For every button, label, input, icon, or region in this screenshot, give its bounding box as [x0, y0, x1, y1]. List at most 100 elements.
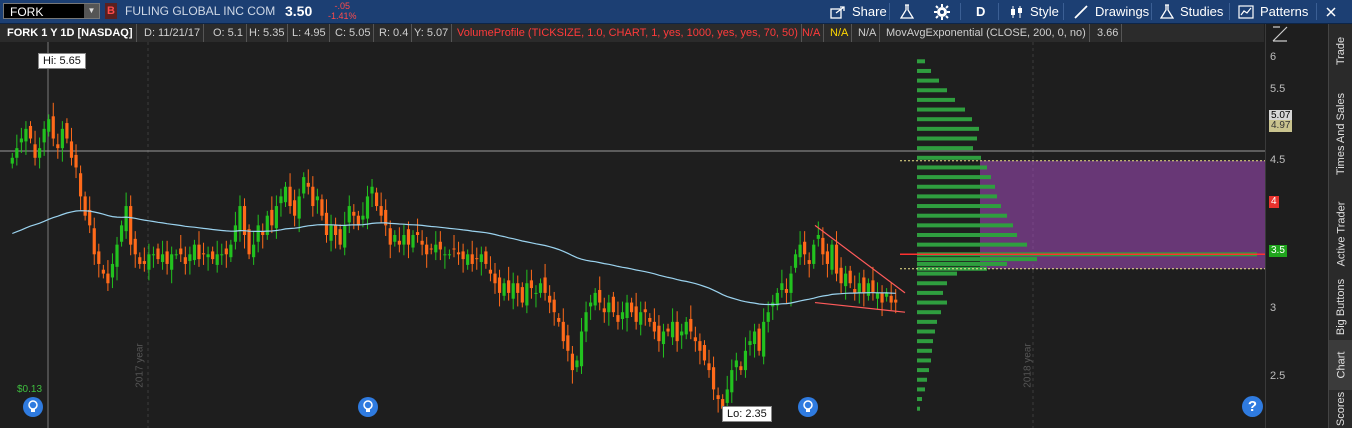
tab-trade[interactable]: Trade: [1329, 30, 1352, 72]
candle-body: [379, 206, 383, 216]
candle-body: [197, 244, 201, 260]
candle-body: [475, 258, 479, 260]
candle-body: [684, 321, 688, 335]
candle-body: [10, 157, 14, 164]
candle-body: [33, 144, 37, 158]
help-icon[interactable]: ?: [1242, 396, 1263, 417]
current-price-label: 3.5: [1269, 245, 1287, 257]
candle-body: [315, 196, 319, 201]
candle-body: [438, 241, 442, 250]
close-button[interactable]: [1326, 0, 1342, 23]
lightbulb-icon[interactable]: [358, 397, 378, 417]
study-ema[interactable]: MovAvgExponential (CLOSE, 200, 0, no): [883, 24, 1090, 42]
year-2017-label: 2017 year: [134, 343, 146, 388]
candle-body: [83, 196, 87, 216]
tab-times-and-sales[interactable]: Times And Sales: [1329, 78, 1352, 190]
price-chart[interactable]: [0, 42, 1265, 428]
candle-body: [570, 353, 574, 371]
volume-profile-bar: [917, 68, 931, 73]
candle-body: [279, 196, 283, 204]
candle-body: [602, 308, 606, 313]
candle-body: [224, 248, 228, 255]
study-na-3: N/A: [855, 24, 881, 42]
candle-body: [97, 251, 101, 264]
candle-body: [807, 260, 811, 264]
candle-body: [411, 235, 415, 248]
candle-body: [730, 370, 734, 393]
lightbulb-icon[interactable]: [23, 397, 43, 417]
style-button[interactable]: Style: [1010, 0, 1059, 23]
tab-scores[interactable]: Scores: [1329, 390, 1352, 428]
candle-body: [548, 295, 552, 303]
candle-body: [247, 229, 251, 255]
flask-icon: [900, 3, 914, 19]
close-icon: [1326, 6, 1336, 17]
candle-body: [821, 237, 825, 255]
aggregation-button[interactable]: D: [976, 0, 985, 23]
y-tick: 3: [1270, 302, 1277, 314]
lightbulb-icon[interactable]: [798, 397, 818, 417]
share-button[interactable]: Share: [830, 0, 887, 23]
patterns-button[interactable]: Patterns: [1238, 0, 1308, 23]
candle-body: [420, 240, 424, 245]
volume-profile-bar: [917, 126, 979, 131]
study-na-2: N/A: [827, 24, 853, 42]
candle-body: [24, 128, 28, 142]
candle-body: [534, 292, 538, 294]
candle-body: [889, 295, 893, 303]
toolbar-divider: [1229, 3, 1230, 20]
candle-body: [552, 299, 556, 313]
candle-body: [211, 251, 215, 260]
drawings-button[interactable]: Drawings: [1073, 0, 1149, 23]
candle-body: [443, 254, 447, 256]
candle-body: [283, 186, 288, 203]
candle-body: [338, 229, 342, 245]
candle-body: [711, 367, 716, 390]
candle-body: [129, 206, 133, 245]
candle-body: [447, 254, 452, 256]
study-volume-profile[interactable]: VolumeProfile (TICKSIZE, 1.0, CHART, 1, …: [454, 24, 802, 42]
candle-body: [38, 148, 42, 158]
candle-body: [138, 257, 142, 264]
chevron-down-icon[interactable]: ▼: [84, 4, 99, 18]
flask-button[interactable]: [900, 0, 920, 23]
bar-date: D: 11/21/17: [141, 24, 205, 42]
tab-chart[interactable]: Chart: [1329, 340, 1352, 390]
candle-body: [857, 283, 861, 293]
candle-body: [415, 232, 420, 235]
candle-body: [374, 192, 379, 207]
candle-body: [598, 290, 602, 303]
volume-profile-bar: [917, 377, 927, 382]
patterns-icon: [1238, 4, 1254, 19]
candle-body: [803, 241, 807, 255]
percent-change: -1.41%: [328, 11, 357, 21]
candle-body: [834, 244, 839, 274]
volume-profile-bar: [917, 339, 933, 344]
tab-active-trader[interactable]: Active Trader: [1329, 190, 1352, 278]
candle-body: [575, 360, 579, 368]
settings-button[interactable]: [934, 0, 956, 23]
axis-scale-icon[interactable]: [1272, 26, 1288, 42]
volume-profile-bar: [917, 155, 981, 160]
symbol-input[interactable]: FORK ▼: [3, 3, 100, 19]
bar-high: H: 5.35: [246, 24, 289, 42]
candle-body: [670, 321, 675, 338]
candle-body: [47, 119, 51, 132]
y-tick: 2.5: [1270, 370, 1286, 382]
candle-body: [302, 177, 306, 194]
company-name: FULING GLOBAL INC COM: [125, 4, 276, 18]
alert-icon[interactable]: B: [105, 3, 117, 19]
candle-body: [511, 283, 515, 299]
tab-big-buttons[interactable]: Big Buttons: [1329, 274, 1352, 340]
candle-body: [675, 321, 679, 342]
candle-body: [270, 209, 274, 226]
chart-title[interactable]: FORK 1 Y 1D [NASDAQ]: [4, 24, 137, 42]
flask-icon: [1160, 3, 1174, 19]
volume-profile-bar: [917, 257, 1037, 262]
candle-body: [402, 235, 406, 245]
candle-body: [165, 251, 169, 264]
studies-button[interactable]: Studies: [1160, 0, 1223, 23]
price-axis[interactable]: 6 5.5 4.5 3 2.5 5.07 4.97 4 3.5: [1265, 24, 1329, 428]
candle-body: [19, 138, 23, 143]
candle-body: [866, 283, 870, 296]
